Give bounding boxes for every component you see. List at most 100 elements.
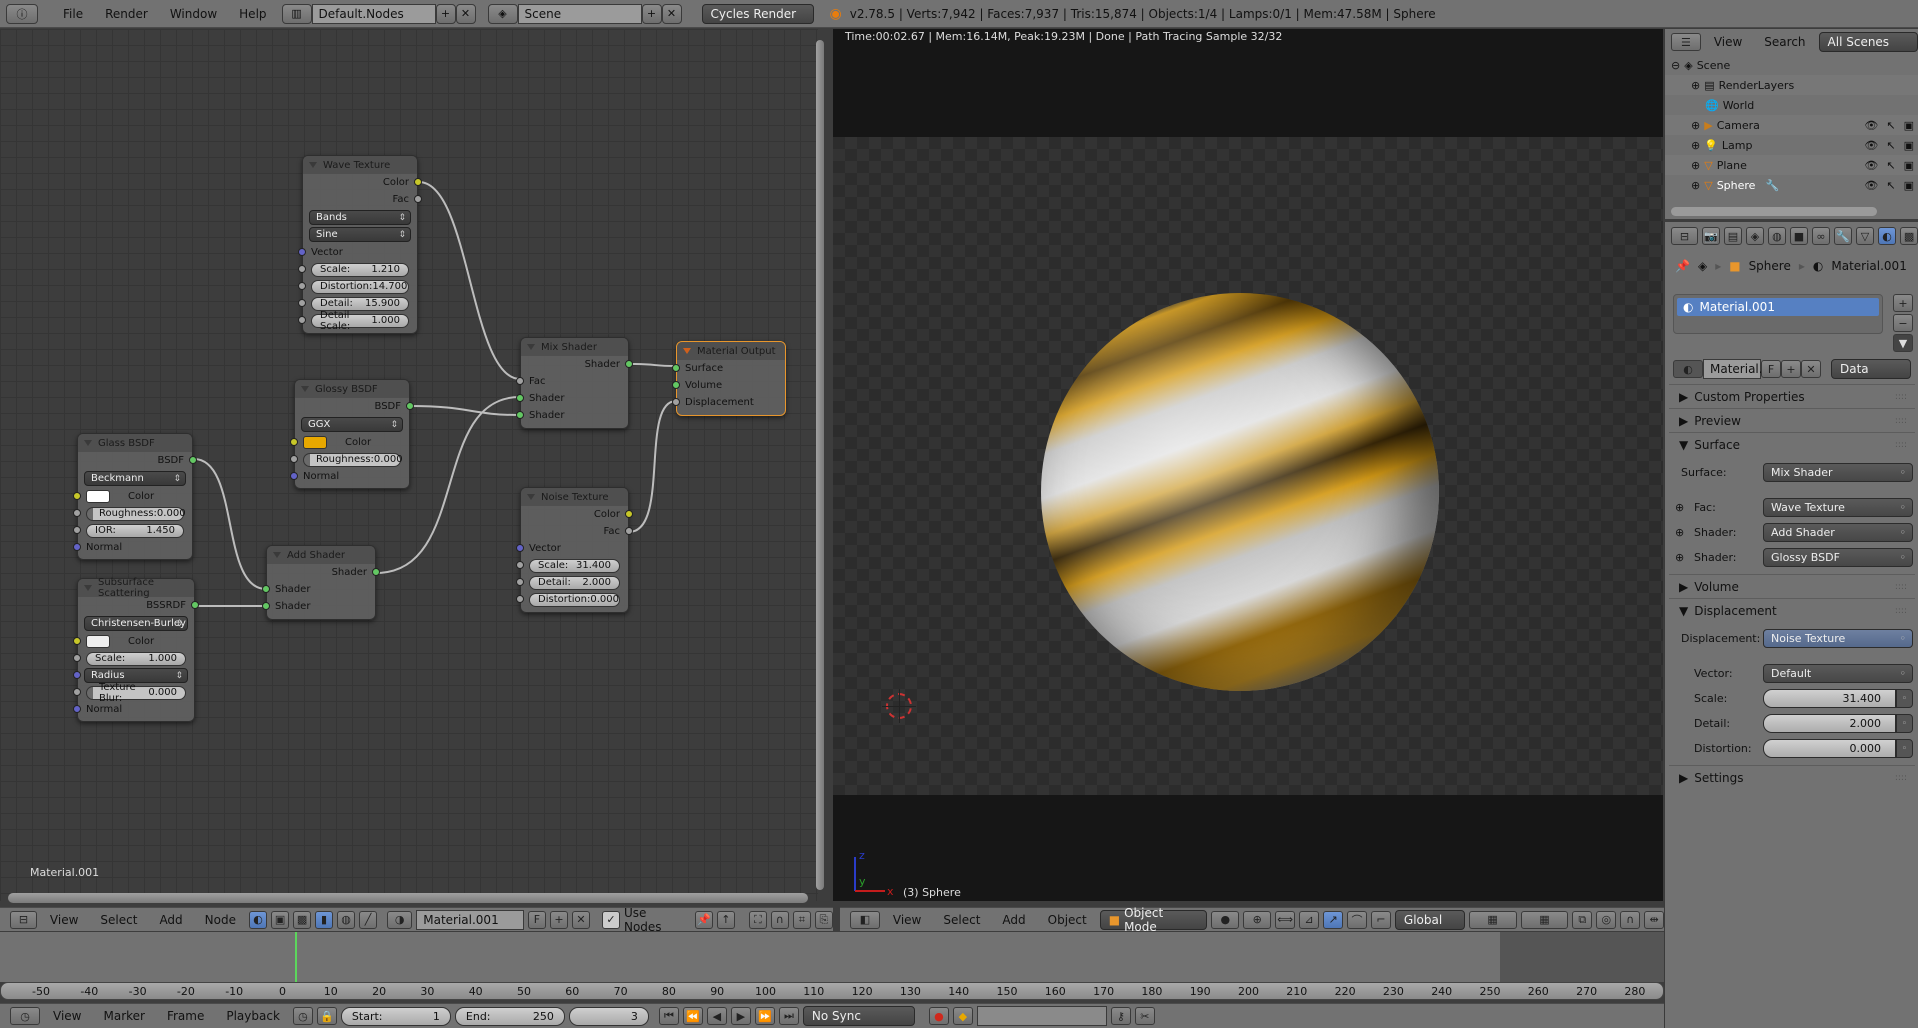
jump-keyframe-back-icon[interactable]: ⏪ <box>682 1007 703 1025</box>
keying-set-field[interactable] <box>976 1006 1107 1026</box>
socket-color-in[interactable] <box>73 637 81 645</box>
socket-in[interactable] <box>516 595 524 603</box>
expand-icon[interactable]: ⊕ <box>1691 79 1700 92</box>
socket-displacement-in[interactable] <box>672 398 680 406</box>
fake-user-button[interactable]: F <box>1761 360 1781 378</box>
remove-slot-icon[interactable]: − <box>1893 314 1913 332</box>
collapse-icon[interactable] <box>683 348 691 354</box>
panel-surface[interactable]: ▼ Surface:::: <box>1669 432 1915 456</box>
menu-view[interactable]: View <box>44 1009 90 1023</box>
surface-shader-select[interactable]: Mix Shader <box>1763 463 1913 482</box>
outliner-item-camera[interactable]: ⊕ ▶ Camera 👁 ↖ ▣ <box>1665 115 1918 135</box>
play-icon[interactable]: ▶ <box>730 1007 751 1025</box>
visibility-eye-icon[interactable]: 👁 <box>1864 119 1878 132</box>
socket-color-in[interactable] <box>73 492 81 500</box>
delete-keyframe-icon[interactable]: ✂ <box>1134 1007 1155 1025</box>
backdrop-icon[interactable]: ⛶ <box>748 910 767 929</box>
manipulator-icon[interactable]: ⊿ <box>1299 910 1320 929</box>
outliner-item-plane[interactable]: ⊕ ▽ Plane 👁 ↖ ▣ <box>1665 155 1918 175</box>
panel-custom-properties[interactable]: ▶ Custom Properties:::: <box>1669 384 1915 408</box>
tab-render-layers[interactable]: ▤ <box>1723 227 1742 245</box>
layers-group-1[interactable]: ▦ <box>1468 910 1517 929</box>
shader2-input-select[interactable]: Glossy BSDF <box>1763 548 1913 567</box>
tab-object[interactable]: ■ <box>1789 227 1808 245</box>
collapse-icon[interactable] <box>273 552 281 558</box>
wave-profile-select[interactable]: Sine <box>309 227 411 242</box>
expand-socket-icon[interactable]: ⊕ <box>1675 501 1684 514</box>
socket-in[interactable] <box>73 509 81 517</box>
parent-tree-icon[interactable]: ↑ <box>716 910 735 929</box>
lock-range-icon[interactable]: 🔒 <box>316 1007 337 1025</box>
socket-in[interactable] <box>516 561 524 569</box>
socket-link-icon[interactable]: ◦ <box>1896 739 1913 758</box>
visibility-eye-icon[interactable]: 👁 <box>1864 159 1878 172</box>
scene-field[interactable]: Scene <box>517 3 642 24</box>
node-editor-vscrollbar[interactable] <box>816 40 824 890</box>
visibility-eye-icon[interactable]: 👁 <box>1864 139 1878 152</box>
wave-detail-field[interactable]: Detail: 15.900 <box>311 296 409 311</box>
3d-cursor-icon[interactable] <box>882 689 916 723</box>
end-frame-field[interactable]: End: 250 <box>454 1006 565 1026</box>
menu-view[interactable]: View <box>41 913 87 927</box>
screen-layout-field[interactable]: Default.Nodes <box>311 3 436 24</box>
outliner-item-sphere[interactable]: ⊕ ▽ Sphere 🔧 👁 ↖ ▣ <box>1665 175 1918 195</box>
tab-scene[interactable]: ◈ <box>1745 227 1764 245</box>
copy-nodes-icon[interactable]: ⎘ <box>814 910 833 929</box>
tab-data[interactable]: ▽ <box>1856 227 1875 245</box>
menu-file[interactable]: File <box>52 7 94 21</box>
selectable-cursor-icon[interactable]: ↖ <box>1886 179 1895 192</box>
node-subsurface-scattering[interactable]: Subsurface Scattering BSSRDF Christensen… <box>73 577 199 722</box>
collapse-icon[interactable] <box>527 344 535 350</box>
glass-ior-field[interactable]: IOR: 1.450 <box>86 523 184 538</box>
wave-distortion-field[interactable]: Distortion: 14.700 <box>311 279 409 294</box>
mode-select[interactable]: ■ Object Mode <box>1099 906 1208 934</box>
jump-start-icon[interactable]: ⏮ <box>658 1007 679 1025</box>
socket-shader-in[interactable] <box>516 394 524 402</box>
selectable-cursor-icon[interactable]: ↖ <box>1886 139 1895 152</box>
menu-help[interactable]: Help <box>228 7 277 21</box>
glossy-roughness-slider[interactable]: Roughness: 0.000 <box>303 452 403 467</box>
socket-volume-in[interactable] <box>672 381 680 389</box>
timeline-ruler[interactable]: -50 -40 -30 -20 -10 0 10 20 30 40 50 60 70 80 90 100 110… <box>0 982 1664 1000</box>
socket-surface-in[interactable] <box>672 364 680 372</box>
panel-settings[interactable]: ▶ Settings:::: <box>1669 765 1915 789</box>
expand-icon[interactable]: ⊕ <box>1691 139 1700 152</box>
add-slot-icon[interactable]: + <box>1893 294 1913 312</box>
glass-distribution-select[interactable]: Beckmann <box>84 471 186 486</box>
new-material-icon[interactable]: + <box>549 910 568 929</box>
node-material-output[interactable]: Material Output Surface Volume Displacem… <box>672 341 786 416</box>
socket-color-in[interactable] <box>290 438 298 446</box>
vector-input-select[interactable]: Default <box>1763 664 1913 683</box>
jump-keyframe-forward-icon[interactable]: ⏩ <box>754 1007 775 1025</box>
lock-layers-icon[interactable]: ⧉ <box>1572 910 1593 929</box>
socket-color-out[interactable] <box>625 510 633 518</box>
timeline-playhead[interactable] <box>295 932 297 982</box>
scale-manipulator-icon[interactable]: ⌐ <box>1370 910 1391 929</box>
material-slot-item[interactable]: ◐ Material.001 <box>1677 298 1879 316</box>
menu-render[interactable]: Render <box>94 7 159 21</box>
menu-object[interactable]: Object <box>1039 913 1096 927</box>
keying-mode-icon[interactable]: ◆ <box>952 1007 973 1025</box>
renderable-camera-icon[interactable]: ▣ <box>1904 139 1914 152</box>
outliner-item-scene[interactable]: ⊖ ◈ Scene <box>1665 55 1918 75</box>
socket-normal-in[interactable] <box>73 705 81 713</box>
node-wave-texture[interactable]: Wave Texture Color Fac Bands Sine Vector… <box>298 155 422 334</box>
add-scene-icon[interactable]: + <box>641 3 662 24</box>
socket-link-icon[interactable]: ◦ <box>1896 714 1913 733</box>
socket-in[interactable] <box>298 316 306 324</box>
collapse-icon[interactable] <box>301 386 309 392</box>
collapse-icon[interactable] <box>84 440 92 446</box>
translate-manipulator-icon[interactable]: ↗ <box>1323 910 1344 929</box>
shader1-input-select[interactable]: Add Shader <box>1763 523 1913 542</box>
preview-range-icon[interactable]: ◷ <box>292 1007 313 1025</box>
sync-mode-select[interactable]: No Sync <box>802 1006 915 1026</box>
drag-handle-icon[interactable]: :::: <box>1895 606 1907 616</box>
snap-element-icon[interactable]: ⌗ <box>792 910 811 929</box>
menu-select[interactable]: Select <box>934 913 989 927</box>
socket-in[interactable] <box>73 654 81 662</box>
outliner-item-renderlayers[interactable]: ⊕ ▤ RenderLayers <box>1665 75 1918 95</box>
rotate-manipulator-icon[interactable]: ⌒ <box>1347 910 1367 929</box>
socket-shader-out[interactable] <box>625 360 633 368</box>
menu-frame[interactable]: Frame <box>158 1009 213 1023</box>
outliner-hscrollbar[interactable] <box>1671 207 1877 216</box>
